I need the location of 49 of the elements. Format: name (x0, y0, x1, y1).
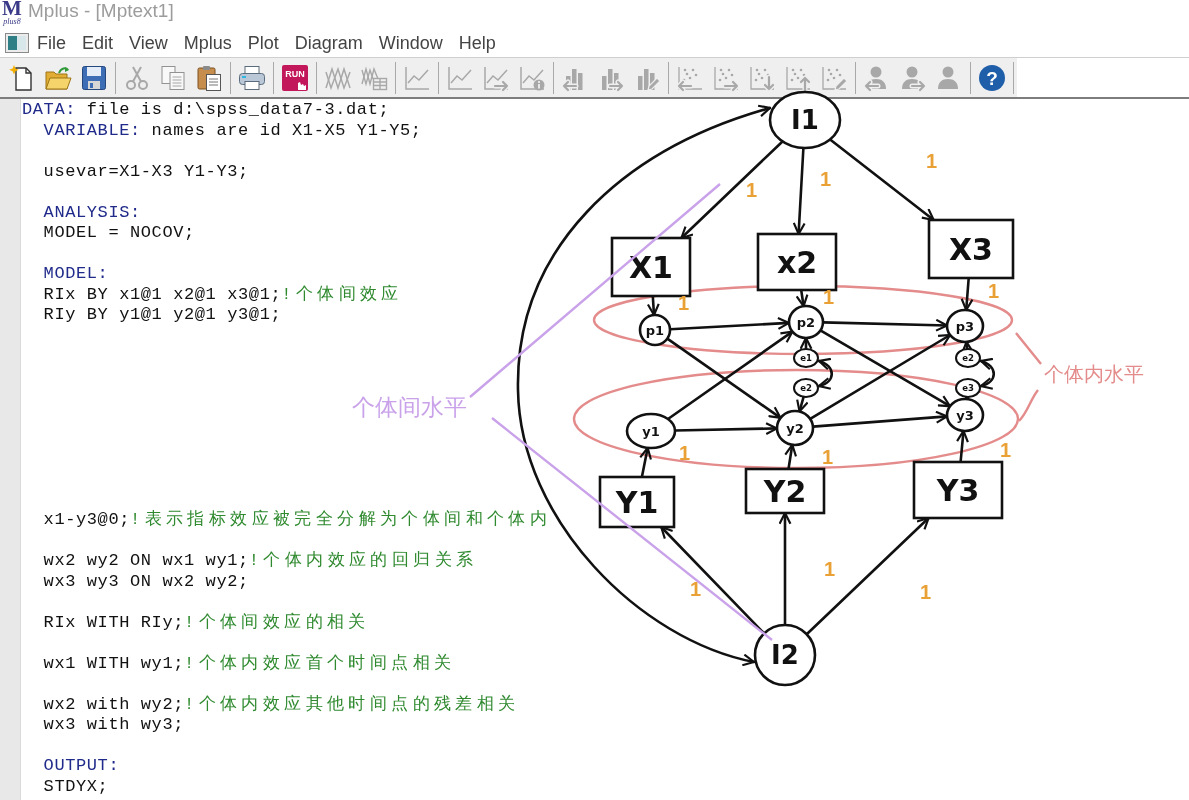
diagram-node: Y3 (912, 460, 1004, 520)
code-line: OUTPUT: (43, 756, 120, 777)
loading-label: 1 (820, 168, 832, 190)
paste-icon[interactable] (195, 63, 223, 92)
diagram-node: I1 (768, 90, 842, 150)
loading-label: 1 (926, 150, 938, 172)
diagram-node: I2 (753, 623, 817, 687)
code-line: RIy BY y1@1 y2@1 y3@1; (43, 305, 282, 326)
code-line: MODEL = NOCOV; (43, 223, 195, 244)
loading-label: 1 (1000, 439, 1012, 461)
menu-item[interactable]: Window (370, 30, 451, 55)
menu-item[interactable]: Help (450, 30, 504, 55)
code-line: DATA: file is d:\spss_data7-3.dat; (22, 100, 390, 121)
run-button[interactable]: RUN (281, 63, 309, 92)
diagram-node: e2 (793, 378, 819, 398)
diagram-node: y3 (945, 397, 985, 433)
code-line: usevar=X1-X3 Y1-Y3; (43, 161, 249, 182)
loading-label: 1 (920, 581, 932, 603)
code-line: ANALYSIS: (43, 202, 141, 223)
code-line: wx3 with wy3; (43, 715, 184, 736)
annotation-label: 个体内水平 (1044, 362, 1144, 386)
diagram-node: X3 (927, 218, 1015, 280)
code-line: wx2 wy2 ON wx1 wy1;!个体内效应的回归关系 (43, 551, 478, 572)
print-icon[interactable] (238, 63, 266, 92)
document-icon[interactable] (5, 32, 29, 53)
loading-label: 1 (824, 558, 836, 580)
save-icon[interactable] (80, 63, 108, 92)
diagram-node: e3 (955, 378, 981, 398)
menu-item[interactable]: File (29, 30, 74, 55)
code-line: wx3 wy3 ON wx2 wy2; (43, 571, 249, 592)
menu-item[interactable]: Plot (239, 30, 287, 55)
code-line: RIx WITH RIy;!个体间效应的相关 (43, 612, 370, 633)
menu-item[interactable]: Mplus (175, 30, 240, 55)
diagram-node: y2 (775, 409, 815, 447)
code-line: wx1 WITH wy1;!个体内效应首个时间点相关 (43, 653, 456, 674)
code-line: wx2 with wy2;!个体内效应其他时间点的残差相关 (43, 694, 520, 715)
code-line: RIx BY x1@1 x2@1 x3@1;!个体间效应 (43, 284, 403, 305)
code-line: VARIABLE: names are id X1-X5 Y1-Y5; (43, 120, 422, 141)
help-button[interactable]: ? (978, 63, 1006, 92)
code-line: x1-y3@0;!表示指标效应被完全分解为个体间和个体内 (43, 510, 552, 531)
annotation-label: 个体间水平 (352, 394, 467, 420)
app-logo: M plus8 (1, 0, 23, 25)
code-line: STDYX; (43, 776, 109, 797)
window-title: Mplus - [Mptext1] (28, 0, 174, 22)
code-line: MODEL: (43, 264, 109, 285)
menu-item[interactable]: Diagram (286, 30, 371, 55)
menu-item[interactable]: View (121, 30, 176, 55)
menu-item[interactable]: Edit (74, 30, 122, 55)
loading-label: 1 (822, 446, 834, 468)
